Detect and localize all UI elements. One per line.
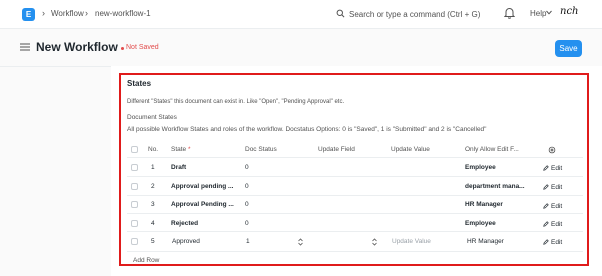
select-all-checkbox[interactable] <box>131 146 138 153</box>
doc-status-cell[interactable]: 0 <box>245 183 249 190</box>
role-cell[interactable]: HR Manager <box>465 201 527 208</box>
row-checkbox[interactable] <box>131 183 138 190</box>
state-cell[interactable]: Approval pending ... <box>171 183 237 190</box>
notification-bell-icon[interactable] <box>504 7 515 19</box>
edit-row-button[interactable]: Edit <box>543 184 562 191</box>
row-number: 4 <box>151 220 155 227</box>
section-title: States <box>127 79 152 88</box>
row-number: 2 <box>151 183 155 190</box>
pencil-icon <box>543 239 549 245</box>
column-header-no: No. <box>148 146 159 153</box>
pencil-icon <box>543 165 549 171</box>
required-marker: * <box>188 146 191 153</box>
breadcrumb-current[interactable]: new-workflow-1 <box>95 9 151 18</box>
state-input[interactable]: Approved <box>172 238 238 245</box>
row-checkbox[interactable] <box>131 201 138 208</box>
row-divider <box>127 176 583 177</box>
top-navbar: E › Workflow › new-workflow-1 Search or … <box>0 0 602 29</box>
row-number: 3 <box>151 201 155 208</box>
app-logo[interactable]: E <box>22 8 35 21</box>
column-header-update-value: Update Value <box>391 146 430 153</box>
save-button[interactable]: Save <box>555 40 582 57</box>
select-arrows-icon[interactable] <box>298 238 303 246</box>
chevron-right-icon: › <box>85 8 88 18</box>
column-header-state: State * <box>171 146 191 153</box>
role-cell[interactable]: Employee <box>465 220 527 227</box>
state-cell[interactable]: Rejected <box>171 220 237 227</box>
page-title: New Workflow <box>36 40 118 54</box>
row-number: 5 <box>151 238 155 245</box>
field-description: All possible Workflow States and roles o… <box>127 126 487 133</box>
role-cell[interactable]: department mana... <box>465 183 527 190</box>
column-header-doc-status: Doc Status <box>245 146 277 153</box>
doc-status-cell[interactable]: 0 <box>245 220 249 227</box>
row-divider <box>127 195 583 196</box>
field-label: Document States <box>127 114 177 121</box>
update-value-input[interactable]: Update Value <box>392 238 431 245</box>
row-divider <box>127 231 583 232</box>
sidebar-toggle-icon[interactable] <box>20 43 30 51</box>
breadcrumb-workflow[interactable]: Workflow <box>51 9 84 18</box>
row-number: 1 <box>151 164 155 171</box>
row-divider <box>127 213 583 214</box>
chevron-down-icon <box>546 10 552 15</box>
doc-status-cell[interactable]: 0 <box>245 201 249 208</box>
edit-row-button[interactable]: Edit <box>543 165 562 172</box>
state-cell[interactable]: Approval Pending ... <box>171 201 237 208</box>
help-menu[interactable]: Help <box>530 9 546 18</box>
chevron-right-icon: › <box>42 8 45 18</box>
user-avatar[interactable]: nch <box>560 6 582 22</box>
pencil-icon <box>543 203 549 209</box>
edit-row-button[interactable]: Edit <box>543 203 562 210</box>
column-header-update-field: Update Field <box>318 146 355 153</box>
section-description: Different "States" this document can exi… <box>127 99 345 105</box>
row-checkbox[interactable] <box>131 164 138 171</box>
column-settings-gear-icon[interactable] <box>548 146 556 154</box>
column-header-only-allow-edit: Only Allow Edit F... <box>465 146 519 153</box>
status-dot-icon <box>121 47 124 50</box>
role-input[interactable]: HR Manager <box>467 238 529 245</box>
row-checkbox[interactable] <box>131 238 138 245</box>
search-bar[interactable]: Search or type a command (Ctrl + G) <box>332 6 482 23</box>
state-cell[interactable]: Draft <box>171 164 237 171</box>
doc-status-select[interactable]: 1 <box>246 238 250 245</box>
search-input[interactable]: Search or type a command (Ctrl + G) <box>349 10 480 19</box>
doc-status-cell[interactable]: 0 <box>245 164 249 171</box>
edit-row-button[interactable]: Edit <box>543 221 562 228</box>
role-cell[interactable]: Employee <box>465 164 527 171</box>
search-icon <box>336 9 345 18</box>
row-divider <box>127 251 583 252</box>
row-checkbox[interactable] <box>131 220 138 227</box>
header-divider-line <box>127 157 583 158</box>
pencil-icon <box>543 184 549 190</box>
edit-row-button[interactable]: Edit <box>543 239 562 246</box>
pencil-icon <box>543 221 549 227</box>
status-indicator: Not Saved <box>126 44 159 51</box>
add-row-button[interactable]: Add Row <box>133 257 159 264</box>
select-arrows-icon[interactable] <box>372 238 377 246</box>
